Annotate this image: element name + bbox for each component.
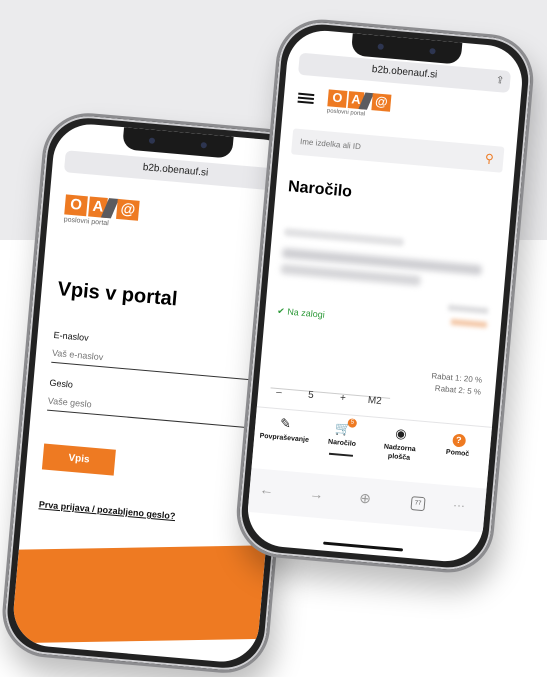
login-button[interactable]: Vpis — [41, 443, 116, 476]
search-icon[interactable]: ⚲ — [479, 148, 501, 170]
inquiry-icon: ✎ — [279, 415, 292, 432]
logo-at: @ — [116, 198, 140, 221]
active-indicator — [328, 452, 354, 457]
blurred-text — [283, 227, 405, 247]
order-screen: b2b.obenauf.si ⇪ O A @ poslovni portal ⚲… — [244, 27, 526, 565]
forward-arrow-icon[interactable]: → — [309, 485, 324, 502]
logo-subtitle: poslovni portal — [63, 216, 110, 228]
url-bar[interactable]: b2b.obenauf.si — [63, 150, 287, 192]
more-menu-icon[interactable]: ··· — [452, 498, 465, 513]
nav-item-order[interactable]: 🛒 5 Naročilo — [316, 418, 370, 457]
logo-subtitle: poslovni portal — [326, 107, 366, 118]
share-icon[interactable]: ⇪ — [495, 70, 505, 93]
hamburger-menu-icon[interactable] — [297, 92, 315, 105]
quantity-unit: M2 — [367, 394, 383, 408]
login-title: Vpis v portal — [56, 278, 179, 311]
url-text: b2b.obenauf.si — [371, 64, 438, 81]
nav-item-dashboard[interactable]: ◉ Nadzorna plošča — [373, 424, 428, 464]
discount-1: Rabat 1: 20 % — [431, 371, 483, 385]
discount-2: Rabat 2: 5 % — [434, 383, 482, 397]
help-icon: ? — [451, 433, 466, 448]
plus-button[interactable]: + — [339, 392, 346, 403]
phone-notch — [122, 127, 234, 159]
stock-status: ✔ Na zalogi — [276, 305, 326, 320]
email-field[interactable] — [51, 343, 263, 382]
quantity-value[interactable]: 5 — [308, 390, 315, 401]
quantity-stepper: – 5 + M2 — [269, 387, 391, 411]
logo-at: @ — [371, 93, 392, 112]
dashboard-icon: ◉ — [394, 425, 408, 442]
blurred-price — [450, 318, 488, 328]
tabs-icon[interactable]: 77 — [410, 496, 426, 512]
logo-o: O — [64, 194, 88, 217]
reset-password-link[interactable]: Prva prijava / pozabljeno geslo? — [38, 499, 175, 521]
cart-icon: 🛒 — [334, 420, 353, 437]
back-arrow-icon[interactable]: ← — [259, 481, 274, 498]
password-field[interactable] — [47, 391, 258, 429]
page-title: Naročilo — [287, 178, 353, 201]
new-tab-plus-icon[interactable]: ⊕ — [359, 490, 372, 508]
blurred-price — [447, 304, 489, 315]
search-input[interactable] — [299, 137, 450, 160]
product-search: ⚲ — [290, 128, 505, 173]
nav-item-help[interactable]: ? Pomoč — [431, 429, 485, 460]
nav-item-inquiry[interactable]: ✎ Povpraševanje — [258, 414, 312, 445]
password-label: Geslo — [49, 377, 74, 390]
logo-o: O — [327, 89, 348, 108]
check-circle-icon: ✔ — [276, 305, 286, 317]
minus-button[interactable]: – — [276, 387, 283, 398]
orange-footer-shape — [10, 545, 267, 644]
home-indicator — [323, 541, 404, 552]
order-phone: b2b.obenauf.si ⇪ O A @ poslovni portal ⚲… — [232, 15, 538, 577]
email-label: E-naslov — [53, 329, 89, 343]
